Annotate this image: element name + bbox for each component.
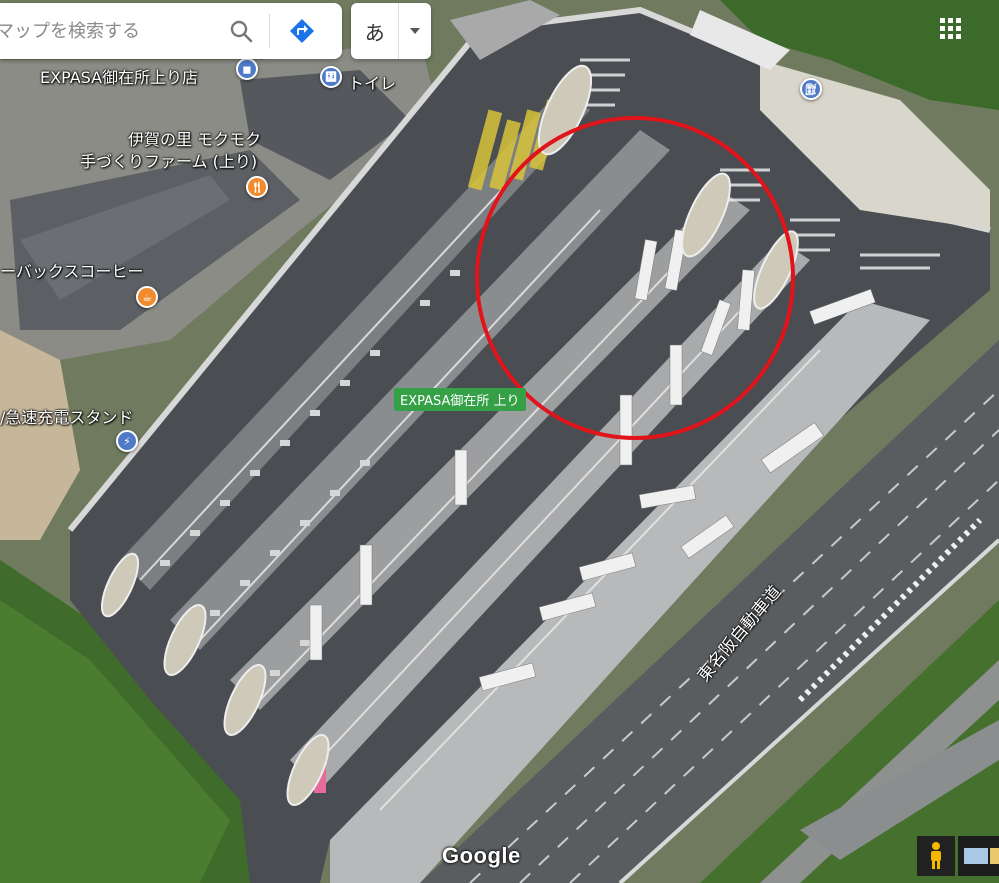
map-label-service-area[interactable]: EXPASA御在所 上り [394,388,526,411]
satellite-map[interactable]: ◼ 🚻︎ ⛽︎ 🍴︎ ☕︎ ⚡︎ EXPASA御在所上り店 トイレ 伊賀の里 モ… [0,0,999,883]
ev-charging-poi-icon[interactable]: ⚡︎ [116,430,138,452]
cafe-poi-icon[interactable]: ☕︎ [136,286,158,308]
map-label-farm-line2[interactable]: 手づくりファーム (上り) [80,148,257,172]
directions-button[interactable] [270,3,334,59]
gas-station-poi-icon[interactable]: ⛽︎ [800,78,822,100]
map-layer-icon [964,848,999,864]
pegman-icon [931,842,941,869]
restroom-poi-icon[interactable]: 🚻︎ [320,66,342,88]
map-label-toilet[interactable]: トイレ [348,70,396,94]
input-method-selector: あ [351,3,431,59]
restaurant-poi-icon[interactable]: 🍴︎ [246,176,268,198]
map-label-farm-line1[interactable]: 伊賀の里 モクモク [128,126,261,150]
search-button[interactable] [213,3,269,59]
directions-icon [290,19,314,43]
search-icon [230,20,253,43]
search-box [0,3,342,59]
store-poi-icon[interactable]: ◼ [236,58,258,80]
apps-grid-icon[interactable] [940,18,964,42]
map-label-expasa-store[interactable]: EXPASA御在所上り店 [40,64,198,88]
map-label-coffee[interactable]: ーバックスコーヒー [0,258,143,282]
street-view-pegman[interactable] [917,836,955,876]
map-label-ev-charge[interactable]: /急速充電スタンド [0,404,133,428]
layer-switcher[interactable] [958,836,999,876]
search-input[interactable] [0,19,213,43]
input-method-dropdown[interactable] [398,3,431,59]
caret-down-icon [410,28,421,34]
input-method-button[interactable]: あ [351,17,398,46]
google-logo: Google [442,843,521,868]
